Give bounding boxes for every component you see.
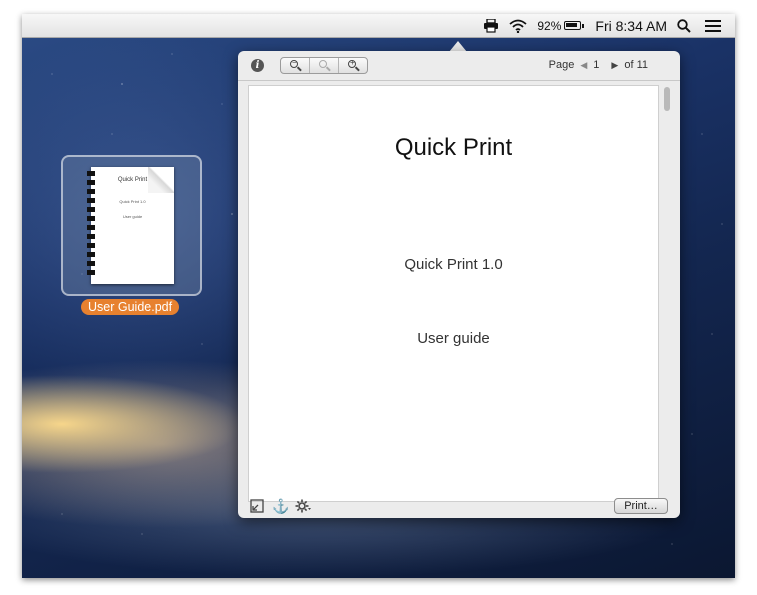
clock[interactable]: Fri 8:34 AM (595, 18, 667, 34)
wifi-menu-icon[interactable] (509, 19, 527, 33)
anchor-icon[interactable]: ⚓ (272, 499, 289, 513)
document-subtitle: User guide (417, 330, 490, 347)
popover-bottom-bar: ⚓ Print… (238, 494, 680, 518)
page-count: of 11 (624, 59, 648, 71)
document-preview[interactable]: Quick Print Quick Print 1.0 User guide (248, 85, 659, 502)
desktop-file-user-guide[interactable]: Quick Print Quick Print 1.0 User guide (61, 155, 202, 296)
document-version: Quick Print 1.0 (404, 256, 503, 273)
next-page-icon[interactable]: ▶ (611, 60, 618, 71)
zoom-out-icon: − (290, 58, 298, 68)
zoom-in-button[interactable]: + (339, 58, 367, 73)
battery-icon (564, 21, 585, 30)
gear-icon[interactable] (295, 499, 311, 513)
zoom-in-icon: + (348, 58, 356, 68)
actual-size-button[interactable] (310, 58, 339, 73)
printer-menu-icon[interactable] (483, 18, 499, 33)
popover-toolbar: i − + Page ◀ 1 ▶ of 11 (238, 51, 680, 81)
spiral-binding-icon (87, 171, 95, 279)
menu-bar: 92% Fri 8:34 AM (22, 14, 735, 38)
thumbnail-line1: Quick Print 1.0 (119, 199, 146, 204)
zoom-controls: − + (280, 57, 368, 74)
thumbnail-title: Quick Print (117, 177, 148, 183)
spotlight-search-icon (677, 18, 691, 33)
print-button[interactable]: Print… (614, 498, 668, 514)
zoom-out-button[interactable]: − (281, 58, 310, 73)
actual-size-icon (319, 60, 327, 68)
spotlight-button[interactable] (677, 18, 691, 33)
battery-fill (566, 23, 578, 27)
desktop-screen: 92% Fri 8:34 AM Quick Print Quick Print … (22, 14, 735, 578)
detach-window-icon[interactable] (250, 499, 264, 513)
wifi-icon (509, 19, 527, 33)
battery-menu[interactable]: 92% (537, 18, 585, 33)
file-name-label[interactable]: User Guide.pdf (81, 299, 180, 315)
battery-percent: 92% (537, 18, 562, 33)
page-navigation: Page ◀ 1 ▶ of 11 (549, 59, 648, 71)
quick-look-popover: i − + Page ◀ 1 ▶ of 11 Quick Print Quick… (238, 51, 680, 518)
thumbnail-line2: User guide (122, 214, 143, 219)
notification-center-button[interactable] (705, 19, 721, 32)
scrollbar-thumb[interactable] (664, 87, 670, 111)
previous-page-icon[interactable]: ◀ (580, 60, 587, 71)
printer-icon (484, 18, 499, 33)
document-title: Quick Print (394, 134, 513, 161)
notification-center-icon (705, 19, 721, 32)
pdf-thumbnail: Quick Print Quick Print 1.0 User guide (87, 167, 174, 284)
page-label: Page (548, 59, 575, 71)
info-icon[interactable]: i (251, 59, 264, 72)
vertical-scrollbar[interactable] (662, 85, 672, 502)
current-page[interactable]: 1 (593, 59, 599, 71)
